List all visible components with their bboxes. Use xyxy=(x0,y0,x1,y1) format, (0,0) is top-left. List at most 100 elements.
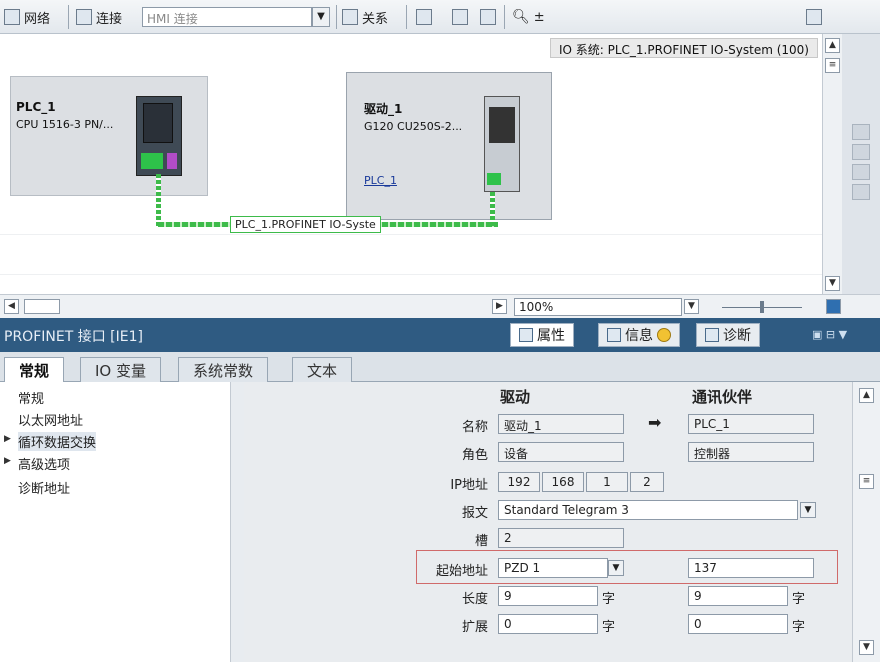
plc-name: PLC_1 xyxy=(16,100,56,114)
tree-splitter[interactable] xyxy=(230,382,244,662)
start-address-dropdown-icon[interactable]: ▼ xyxy=(608,560,624,576)
io-system-label: IO 系统: PLC_1.PROFINET IO-System (100) xyxy=(549,38,818,58)
tab-system-constants[interactable]: 系统常数 xyxy=(178,357,269,382)
column-partner-header: 通讯伙伴 xyxy=(692,388,753,406)
drive-controller-link[interactable]: PLC_1 xyxy=(364,174,397,187)
slot-label: 槽 xyxy=(474,534,488,549)
role-label: 角色 xyxy=(461,448,488,463)
telegram-select[interactable]: Standard Telegram 3 xyxy=(498,500,798,520)
ip-octet-2: 168 xyxy=(542,472,584,492)
connection-type-select[interactable]: HMI 连接 xyxy=(142,7,312,27)
cyclic-data-exchange-panel: 驱动 通讯伙伴 名称 驱动_1 ➡ PLC_1 角色 设备 控制器 IP地址 1… xyxy=(244,382,852,662)
side-tab[interactable] xyxy=(852,184,870,200)
partner-length-unit: 字 xyxy=(792,592,806,607)
expand-arrow-icon[interactable]: ▶ xyxy=(4,434,11,444)
scroll-left-icon[interactable]: ◀ xyxy=(4,299,19,314)
tab-info-label: 信息 xyxy=(625,328,653,344)
tree-item-ethernet-address[interactable]: 以太网地址 xyxy=(18,410,83,429)
scroll-up-icon[interactable]: ▲ xyxy=(825,38,840,53)
tree-item-diagnostic-address[interactable]: 诊断地址 xyxy=(18,478,70,497)
column-drive-header: 驱动 xyxy=(500,388,531,406)
zoom-level-field[interactable]: 100% xyxy=(514,298,682,316)
name-label: 名称 xyxy=(461,420,488,435)
drive-start-address-field[interactable]: PZD 1 xyxy=(498,558,608,578)
io-system-text: IO 系统: PLC_1.PROFINET IO-System (100) xyxy=(558,43,809,57)
side-tab[interactable] xyxy=(852,164,870,180)
connections-button[interactable]: 连接 xyxy=(76,6,122,28)
relations-button[interactable]: 关系 xyxy=(342,6,388,28)
drive-extension-unit: 字 xyxy=(602,620,616,635)
plc-model: CPU 1516-3 PN/... xyxy=(16,118,114,131)
tree-item-general[interactable]: 常规 xyxy=(18,388,44,407)
drive-name-field: 驱动_1 xyxy=(498,414,624,434)
grid-tool-button[interactable] xyxy=(480,6,496,28)
telegram-dropdown-icon[interactable]: ▼ xyxy=(800,502,816,518)
scroll-right-icon[interactable]: ▶ xyxy=(492,299,507,314)
property-tree: 常规 以太网地址 ▶ 循环数据交换 ▶ 高级选项 诊断地址 xyxy=(0,382,240,662)
tab-texts[interactable]: 文本 xyxy=(292,357,353,382)
zoom-dropdown-icon[interactable]: ▼ xyxy=(684,299,699,314)
zoom-step-label: ± xyxy=(533,9,545,25)
tab-diagnostics-label: 诊断 xyxy=(723,328,751,344)
tree-item-cyclic-data-exchange[interactable]: 循环数据交换 xyxy=(18,432,97,451)
toolbar-separator xyxy=(504,5,505,29)
drive-display xyxy=(489,107,515,143)
horizontal-scroll-thumb[interactable] xyxy=(24,299,60,314)
tab-info[interactable]: 信息 xyxy=(598,323,680,347)
scroll-page-icon[interactable]: ≡ xyxy=(825,58,840,73)
slot-field: 2 xyxy=(498,528,624,548)
tab-diagnostics[interactable]: 诊断 xyxy=(696,323,760,347)
drive-device-box[interactable] xyxy=(346,72,552,220)
expand-arrow-icon[interactable]: ▶ xyxy=(4,456,11,466)
overview-icon[interactable] xyxy=(826,299,841,314)
zoom-slider-handle[interactable] xyxy=(760,301,764,313)
side-tab[interactable] xyxy=(852,124,870,140)
network-view-canvas[interactable]: IO 系统: PLC_1.PROFINET IO-System (100) PL… xyxy=(0,34,822,294)
zoom-button[interactable]: 🔍︎ ± xyxy=(512,6,545,28)
device-tool-button[interactable] xyxy=(416,6,432,28)
plc-display xyxy=(143,103,173,143)
device-tool-icon xyxy=(416,9,432,25)
side-tab[interactable] xyxy=(852,144,870,160)
partner-extension-field[interactable]: 0 xyxy=(688,614,788,634)
inspector-window-controls-icon[interactable]: ▣ ⊟ ▼ xyxy=(812,328,847,341)
drive-name: 驱动_1 xyxy=(364,102,403,116)
tab-io-tags[interactable]: IO 变量 xyxy=(80,357,161,382)
tree-item-advanced-options[interactable]: 高级选项 xyxy=(18,454,70,473)
partner-length-field[interactable]: 9 xyxy=(688,586,788,606)
drive-model: G120 CU250S-2... xyxy=(364,120,463,133)
partner-start-address-field[interactable]: 137 xyxy=(688,558,814,578)
tab-properties[interactable]: 属性 xyxy=(510,323,574,347)
content-scrollbar[interactable]: ▲ ≡ ▼ xyxy=(852,382,880,662)
plc-tool-button[interactable] xyxy=(452,6,468,28)
partner-role-field: 控制器 xyxy=(688,442,814,462)
inspector-tab-row: 常规 IO 变量 系统常数 文本 xyxy=(0,352,880,383)
drive-length-field[interactable]: 9 xyxy=(498,586,598,606)
panel-toggle-button[interactable] xyxy=(806,6,822,28)
drive-length-unit: 字 xyxy=(602,592,616,607)
scroll-page-icon[interactable]: ≡ xyxy=(859,474,874,489)
grid-line xyxy=(0,234,822,235)
tab-properties-label: 属性 xyxy=(537,328,565,344)
scroll-down-icon[interactable]: ▼ xyxy=(825,276,840,291)
partner-name-field: PLC_1 xyxy=(688,414,814,434)
network-view-button[interactable]: 网络 xyxy=(4,6,50,28)
tab-general[interactable]: 常规 xyxy=(4,357,65,383)
network-label: 网络 xyxy=(24,11,51,27)
scroll-up-icon[interactable]: ▲ xyxy=(859,388,874,403)
profinet-network-label[interactable]: PLC_1.PROFINET IO-Syste xyxy=(230,216,381,233)
inspector-header: PROFINET 接口 [IE1] 属性 信息 诊断 ▣ ⊟ ▼ xyxy=(0,318,880,352)
vertical-scrollbar[interactable]: ▲ ≡ ▼ xyxy=(822,34,842,294)
connections-icon xyxy=(76,9,92,25)
length-label: 长度 xyxy=(461,592,488,607)
extension-label: 扩展 xyxy=(461,620,488,635)
info-icon xyxy=(607,328,621,342)
chevron-down-icon[interactable]: ▼ xyxy=(312,7,330,27)
ip-octet-4: 2 xyxy=(630,472,664,492)
grid-icon xyxy=(480,9,496,25)
plc-network-wire xyxy=(156,174,161,226)
drive-extension-field[interactable]: 0 xyxy=(498,614,598,634)
toolbar-separator xyxy=(336,5,337,29)
scroll-down-icon[interactable]: ▼ xyxy=(859,640,874,655)
ip-octet-1: 192 xyxy=(498,472,540,492)
